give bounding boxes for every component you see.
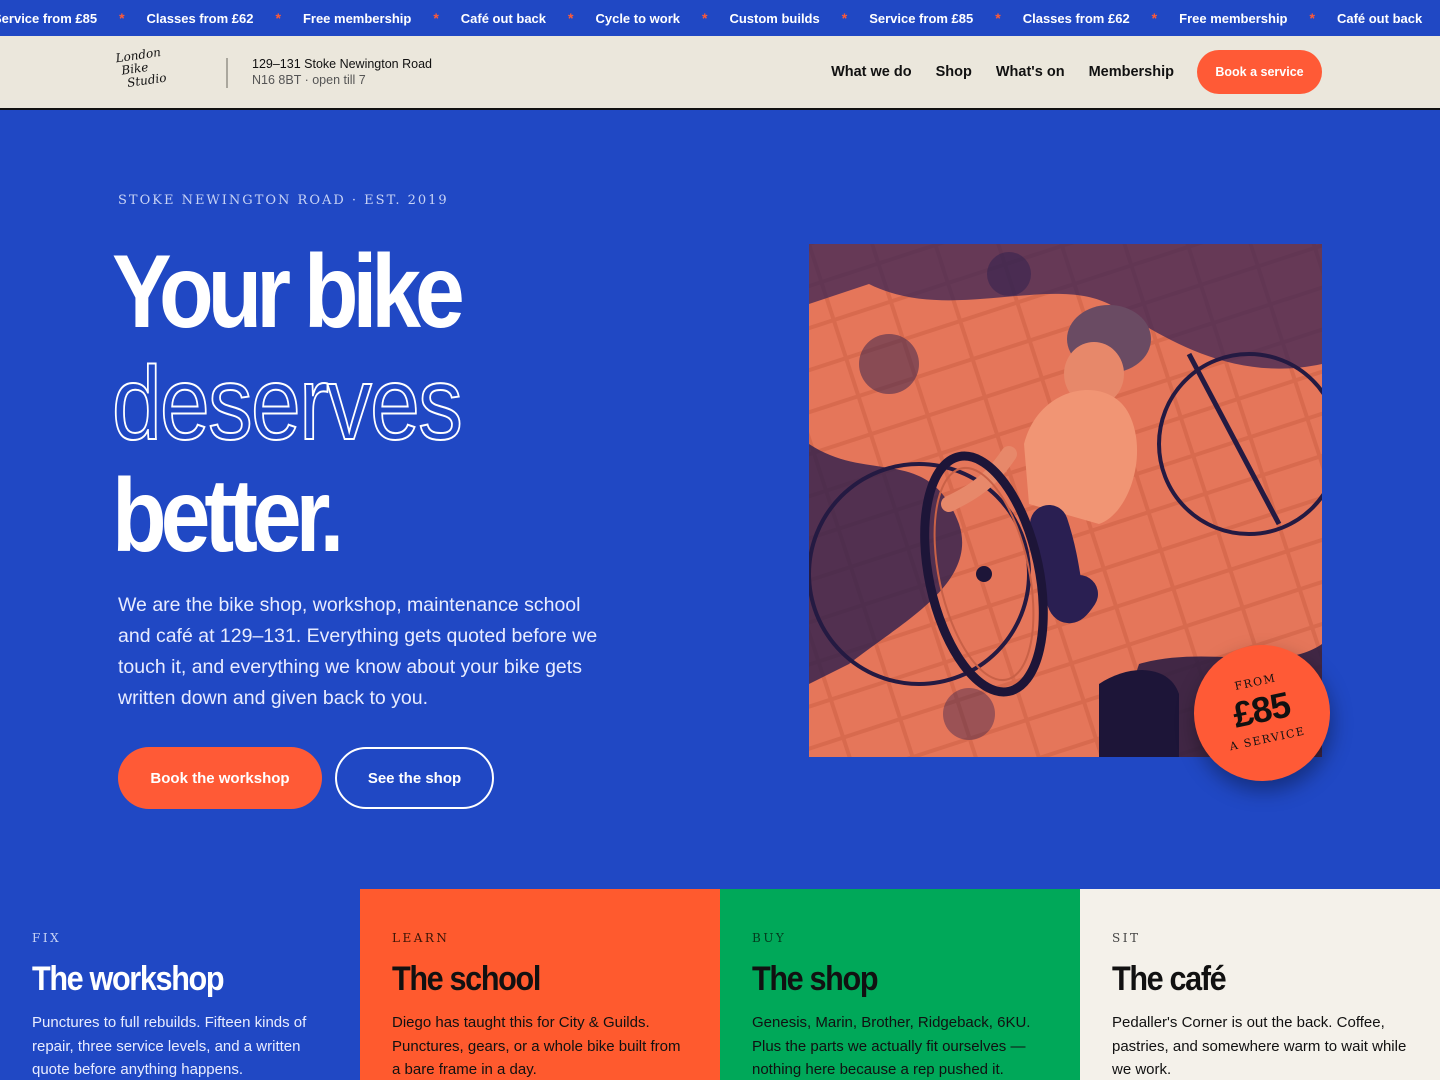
ticker-item: Cycle to work — [595, 10, 680, 26]
ticker-item: Service from £85 — [869, 10, 974, 26]
card-description: Diego has taught this for City & Guilds.… — [392, 1014, 681, 1078]
ticker-separator: * — [841, 10, 848, 26]
ticker-item: Café out back — [460, 10, 547, 26]
headline-line-3: better. — [112, 458, 344, 574]
address-postcode-hours: N16 8BT · open till 7 — [252, 73, 366, 87]
card-title: The café — [1112, 960, 1227, 998]
card-school[interactable]: LEARN The school Diego has taught this f… — [360, 889, 720, 1080]
ticker-item: Custom builds — [729, 10, 820, 26]
headline-line-1: Your bike — [112, 234, 465, 350]
address-street: 129–131 Stoke Newington Road — [252, 57, 432, 71]
nav-what-we-do[interactable]: What we do — [831, 64, 912, 80]
headline-line-2: deserves — [111, 346, 464, 462]
card-description: Genesis, Marin, Brother, Ridgeback, 6KU.… — [752, 1014, 1031, 1078]
see-the-shop-button[interactable]: See the shop — [335, 747, 494, 809]
book-the-workshop-button[interactable]: Book the workshop — [118, 747, 322, 809]
ticker-track: Service from £85 * Classes from £62 * Free m… — [0, 0, 1440, 36]
ticker-item: Classes from £62 — [146, 10, 254, 26]
hero-lede: We are the bike shop, workshop, maintena… — [118, 594, 598, 709]
card-workshop[interactable]: FIX The workshop Punctures to full rebui… — [0, 889, 360, 1080]
card-kicker: SIT — [1112, 931, 1141, 945]
ticker-separator: * — [433, 10, 439, 26]
ticker-separator: * — [119, 10, 125, 26]
offer-cards: FIX The workshop Punctures to full rebui… — [0, 889, 1440, 1080]
header-divider — [226, 58, 228, 88]
nav-shop[interactable]: Shop — [936, 64, 972, 80]
logo[interactable]: London Bike Studio — [115, 44, 181, 102]
card-kicker: FIX — [32, 931, 62, 945]
nav-membership[interactable]: Membership — [1089, 64, 1174, 80]
card-title: The workshop — [32, 960, 225, 998]
promo-ticker: Service from £85 * Classes from £62 * Free m… — [0, 0, 1440, 36]
ticker-item: Free membership — [302, 10, 412, 26]
card-cafe[interactable]: SIT The café Pedaller's Corner is out th… — [1080, 889, 1440, 1080]
nav-whats-on[interactable]: What's on — [996, 64, 1065, 80]
card-description: Pedaller's Corner is out the back. Coffe… — [1112, 1014, 1407, 1078]
card-kicker: LEARN — [392, 931, 450, 945]
card-shop[interactable]: BUY The shop Genesis, Marin, Brother, Ri… — [720, 889, 1080, 1080]
ticker-separator: * — [1151, 10, 1158, 26]
site-header: London Bike Studio 129–131 Stoke Newingt… — [0, 36, 1440, 110]
ticker-separator: * — [702, 10, 708, 26]
shop-address: 129–131 Stoke Newington Road N16 8BT · o… — [252, 56, 432, 88]
card-title: The shop — [752, 960, 879, 998]
main-nav: What we do Shop What's on Membership — [831, 36, 1174, 108]
ticker-separator: * — [1309, 10, 1315, 26]
hero-headline: Your bike deserves better. — [111, 234, 465, 574]
ticker-item: Classes from £62 — [1022, 10, 1130, 26]
ticker-separator: * — [275, 10, 281, 26]
ticker-item: Free membership — [1179, 10, 1288, 26]
ticker-item: Café out back — [1336, 10, 1423, 26]
book-a-service-button[interactable]: Book a service — [1197, 50, 1322, 94]
ticker-separator: * — [995, 10, 1001, 26]
card-description: Punctures to full rebuilds. Fifteen kind… — [32, 1014, 307, 1078]
card-kicker: BUY — [752, 931, 787, 945]
ticker-separator: * — [568, 10, 574, 26]
hero-eyebrow: STOKE NEWINGTON ROAD · EST. 2019 — [118, 193, 449, 208]
card-title: The school — [392, 960, 541, 998]
ticker-item: Service from £85 — [0, 10, 98, 26]
